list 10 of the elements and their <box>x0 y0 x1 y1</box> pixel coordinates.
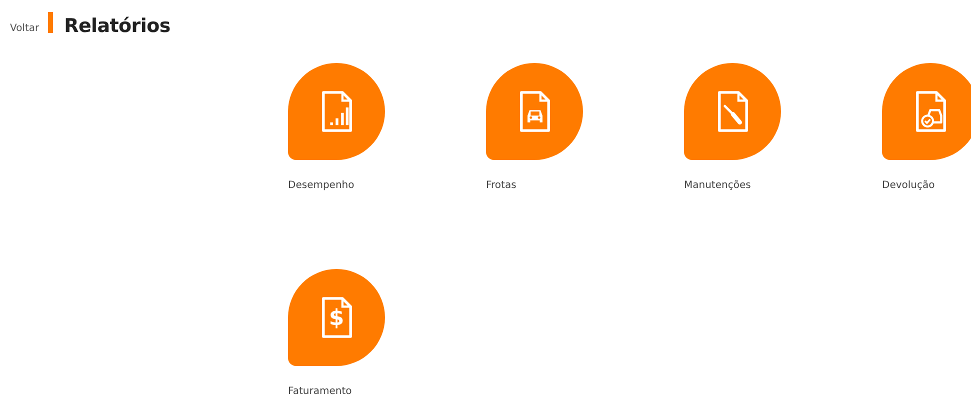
accent-bar <box>48 12 54 33</box>
report-label: Desempenho <box>288 179 356 193</box>
report-label: Faturamento <box>288 385 353 399</box>
report-tile[interactable] <box>882 63 971 160</box>
page-title: Relatórios <box>64 14 170 39</box>
report-label: Devolução <box>882 179 936 193</box>
report-label: Frotas <box>486 179 518 193</box>
dollar-symbol: $ <box>328 308 346 330</box>
back-link[interactable]: Voltar <box>10 21 40 36</box>
report-label: Manutenções <box>684 179 752 193</box>
